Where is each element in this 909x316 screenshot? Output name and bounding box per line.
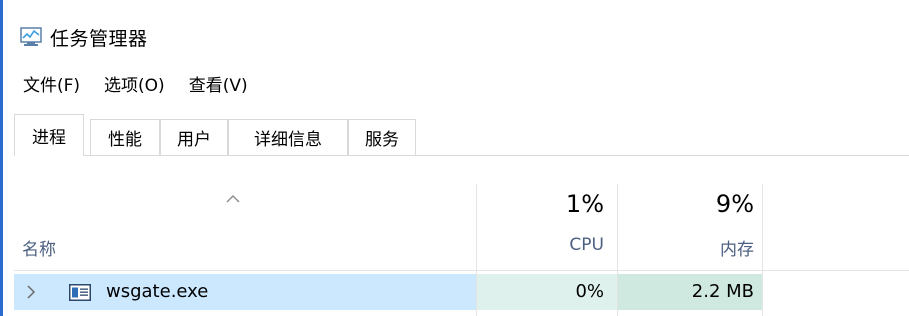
process-grid: 1% 9% 名称 CPU 内存 wsgate.exe 0% 2.2 MB [14, 156, 909, 316]
memory-total-percent[interactable]: 9% [678, 190, 754, 218]
menu-view[interactable]: 查看(V) [189, 71, 248, 96]
process-memory: 2.2 MB [691, 281, 754, 302]
process-name: wsgate.exe [106, 281, 209, 302]
column-header-name[interactable]: 名称 [22, 235, 56, 260]
menu-file[interactable]: 文件(F) [23, 71, 80, 96]
cpu-total-percent[interactable]: 1% [534, 190, 604, 218]
tab-strip: 进程 性能 用户 详细信息 服务 [14, 114, 909, 156]
task-manager-window: 任务管理器 文件(F) 选项(O) 查看(V) 进程 性能 用户 详细信息 服务… [0, 0, 909, 316]
tab-details[interactable]: 详细信息 [228, 119, 348, 155]
menu-options[interactable]: 选项(O) [104, 71, 165, 96]
window-app-icon [69, 284, 91, 301]
window-title: 任务管理器 [50, 27, 148, 50]
column-header-cpu[interactable]: CPU [534, 235, 604, 255]
sort-up-icon[interactable] [226, 194, 240, 204]
process-cpu: 0% [575, 281, 604, 302]
title-bar: 任务管理器 [20, 22, 148, 52]
tab-processes[interactable]: 进程 [14, 114, 84, 156]
header-bottom-divider [14, 270, 909, 271]
table-row[interactable]: wsgate.exe 0% 2.2 MB [14, 274, 909, 310]
chevron-right-icon[interactable] [26, 285, 36, 299]
window-left-border [0, 0, 3, 316]
tab-services[interactable]: 服务 [348, 119, 416, 155]
tab-users[interactable]: 用户 [160, 119, 228, 155]
column-header-memory[interactable]: 内存 [678, 235, 754, 260]
tab-performance[interactable]: 性能 [90, 119, 160, 155]
menu-bar: 文件(F) 选项(O) 查看(V) [23, 71, 272, 96]
task-manager-icon [20, 27, 42, 46]
